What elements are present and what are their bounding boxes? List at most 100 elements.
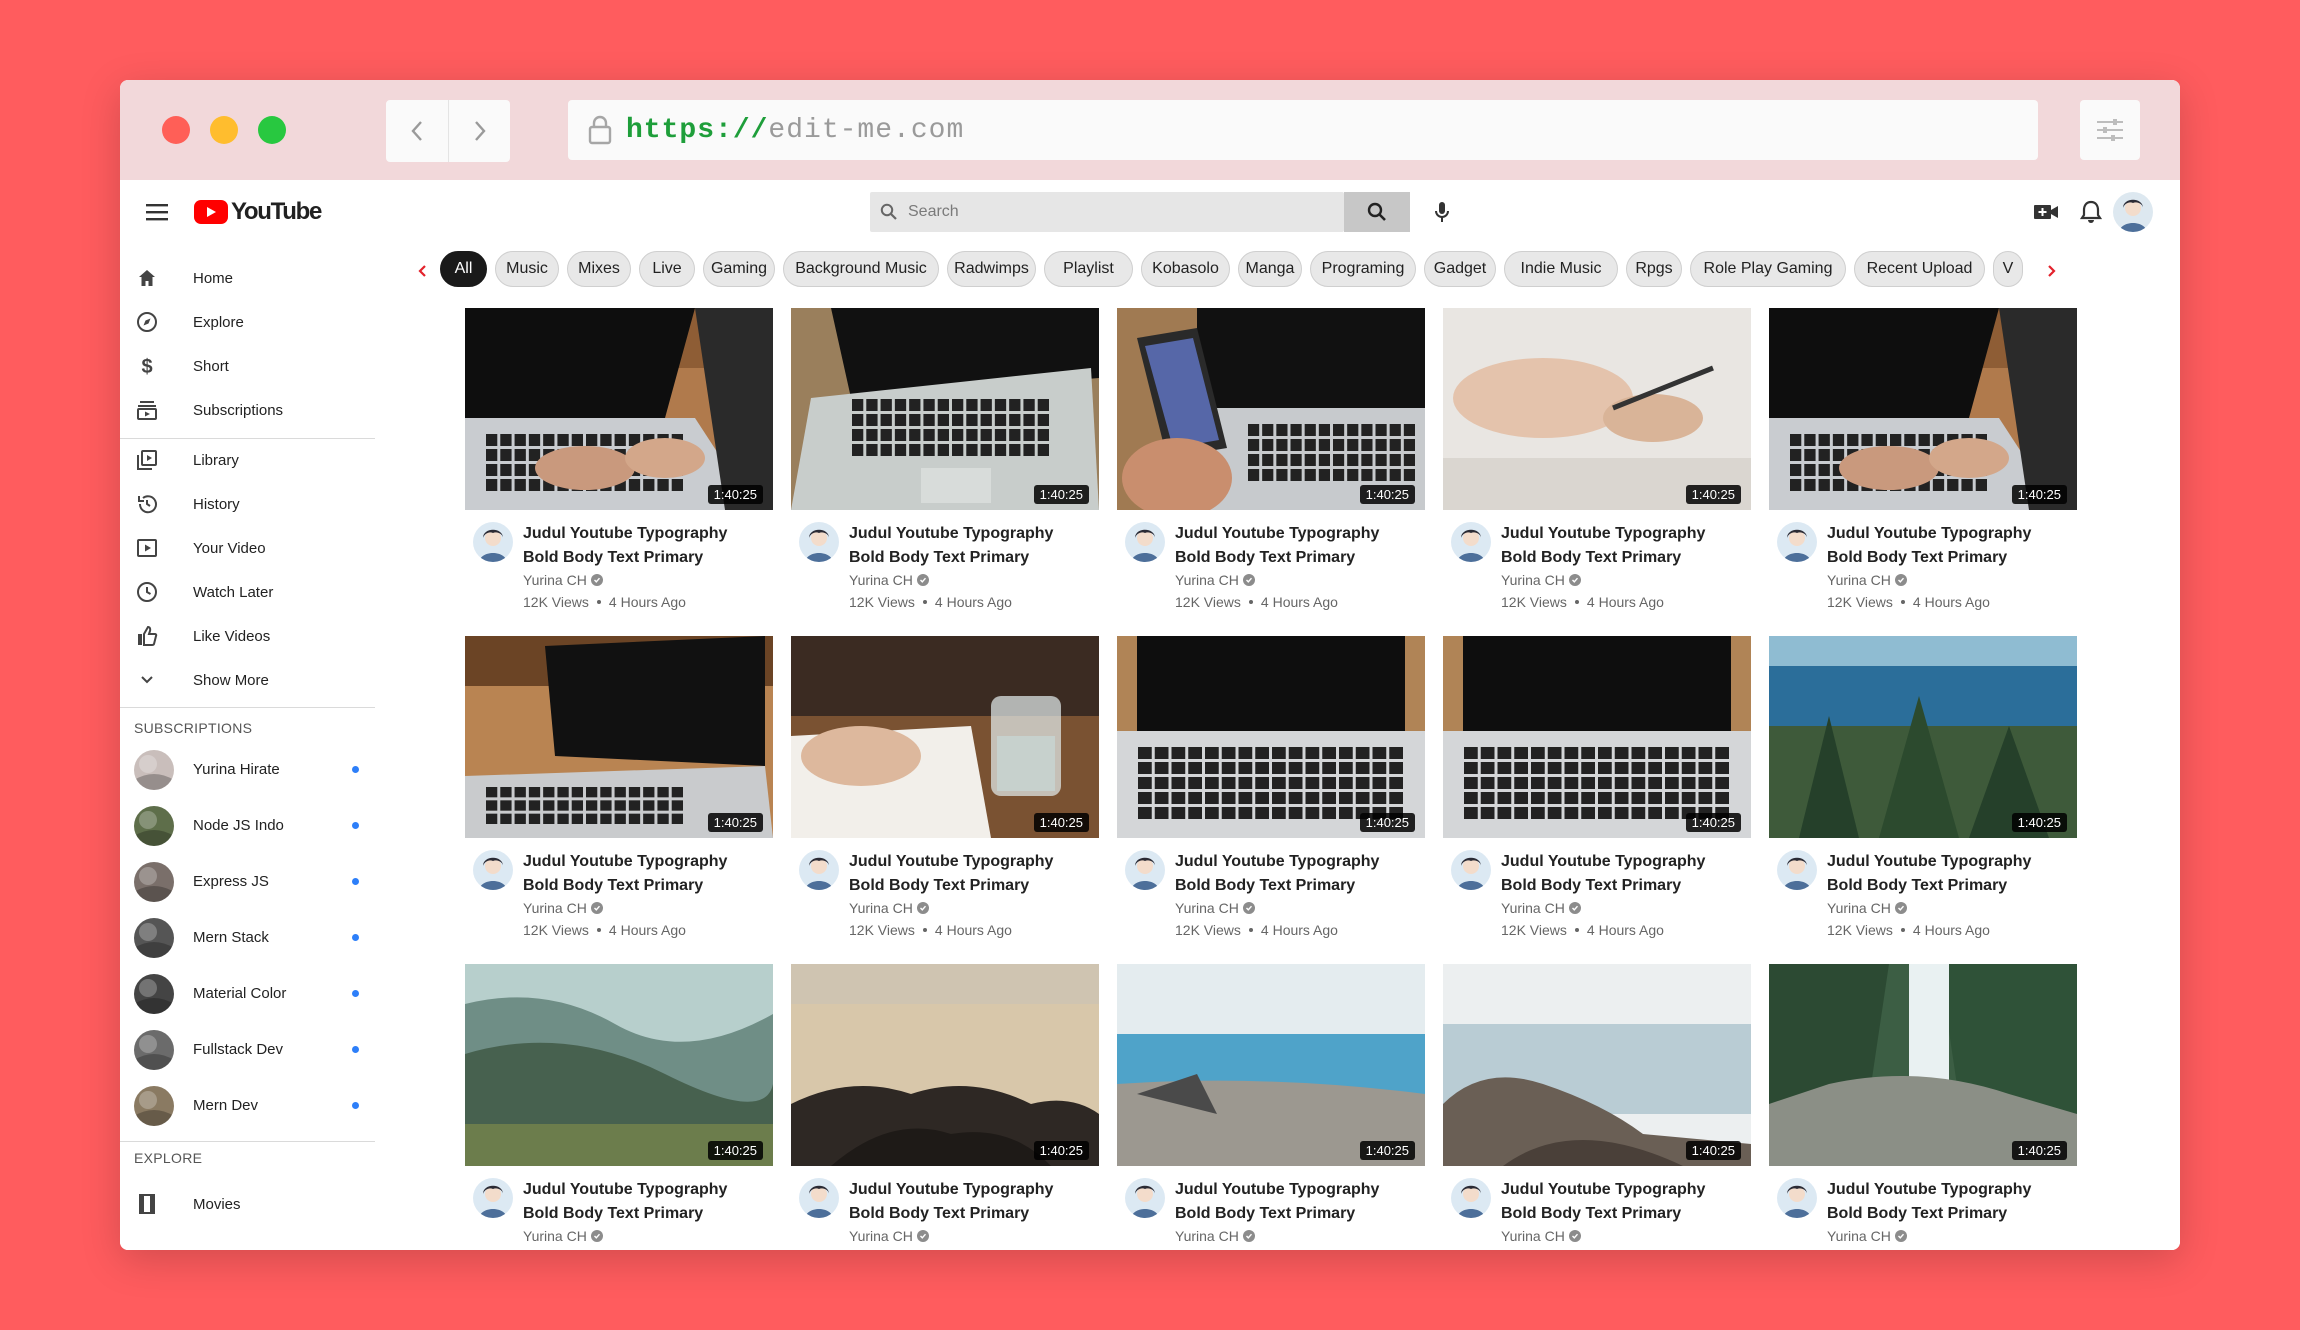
sidebar-item-history[interactable]: History (120, 484, 375, 524)
video-thumbnail[interactable]: 1:40:25 (791, 636, 1099, 838)
video-title[interactable]: Judul Youtube Typography Bold Body Text P… (1175, 1178, 1421, 1226)
subscription-item-express-js[interactable]: Express JS (120, 856, 375, 906)
sidebar-item-like-videos[interactable]: Like Videos (120, 616, 375, 656)
address-bar[interactable]: https://edit-me.com (568, 100, 2038, 160)
video-title[interactable]: Judul Youtube Typography Bold Body Text P… (1501, 1178, 1747, 1226)
minimize-window-button[interactable] (210, 116, 238, 144)
forward-button[interactable] (448, 100, 510, 162)
video-thumbnail[interactable]: 1:40:25 (1117, 636, 1425, 838)
video-card[interactable]: 1:40:25 Judul Youtube Typography Bold Body… (465, 964, 773, 1250)
channel-name[interactable]: Yurina CH (1501, 572, 1581, 588)
sidebar-item-library[interactable]: Library (120, 440, 375, 480)
chip-indie-music[interactable]: Indie Music (1504, 251, 1618, 287)
channel-name[interactable]: Yurina CH (1501, 1228, 1581, 1244)
notifications-button[interactable] (2071, 192, 2111, 232)
search-input[interactable] (908, 203, 1308, 221)
video-card[interactable]: 1:40:25 Judul Youtube Typography Bold Body… (1443, 964, 1751, 1250)
subscription-item-fullstack-dev[interactable]: Fullstack Dev (120, 1024, 375, 1074)
video-thumbnail[interactable]: 1:40:25 (465, 308, 773, 510)
channel-name[interactable]: Yurina CH (1827, 1228, 1907, 1244)
youtube-logo[interactable]: YouTube (194, 196, 322, 228)
sidebar-item-movies[interactable]: Movies (120, 1184, 375, 1224)
channel-avatar[interactable] (799, 850, 839, 890)
chip-gadget[interactable]: Gadget (1424, 251, 1496, 287)
video-thumbnail[interactable]: 1:40:25 (1769, 636, 2077, 838)
chip-radwimps[interactable]: Radwimps (947, 251, 1036, 287)
video-title[interactable]: Judul Youtube Typography Bold Body Text P… (849, 1178, 1095, 1226)
video-card[interactable]: 1:40:25 Judul Youtube Typography Bold Body… (1443, 308, 1751, 638)
video-thumbnail[interactable]: 1:40:25 (1769, 964, 2077, 1166)
channel-name[interactable]: Yurina CH (1501, 900, 1581, 916)
video-thumbnail[interactable]: 1:40:25 (465, 636, 773, 838)
video-title[interactable]: Judul Youtube Typography Bold Body Text P… (1501, 522, 1747, 570)
video-thumbnail[interactable]: 1:40:25 (791, 964, 1099, 1166)
maximize-window-button[interactable] (258, 116, 286, 144)
channel-avatar[interactable] (1451, 522, 1491, 562)
channel-avatar[interactable] (799, 522, 839, 562)
video-title[interactable]: Judul Youtube Typography Bold Body Text P… (849, 522, 1095, 570)
subscription-item-yurina-hirate[interactable]: Yurina Hirate (120, 744, 375, 794)
video-thumbnail[interactable]: 1:40:25 (1443, 636, 1751, 838)
back-button[interactable] (386, 100, 448, 162)
video-title[interactable]: Judul Youtube Typography Bold Body Text P… (523, 522, 769, 570)
video-thumbnail[interactable]: 1:40:25 (1117, 964, 1425, 1166)
video-title[interactable]: Judul Youtube Typography Bold Body Text P… (1175, 850, 1421, 898)
chip-recent-upload[interactable]: Recent Upload (1854, 251, 1985, 287)
create-video-button[interactable] (2026, 192, 2066, 232)
channel-name[interactable]: Yurina CH (1175, 1228, 1255, 1244)
video-card[interactable]: 1:40:25 Judul Youtube Typography Bold Body… (1117, 636, 1425, 966)
video-title[interactable]: Judul Youtube Typography Bold Body Text P… (1827, 522, 2073, 570)
chip-kobasolo[interactable]: Kobasolo (1141, 251, 1230, 287)
channel-avatar[interactable] (1777, 1178, 1817, 1218)
channel-name[interactable]: Yurina CH (1827, 572, 1907, 588)
video-title[interactable]: Judul Youtube Typography Bold Body Text P… (1501, 850, 1747, 898)
chips-scroll-left-button[interactable] (412, 256, 432, 286)
subscription-item-mern-dev[interactable]: Mern Dev (120, 1080, 375, 1130)
channel-avatar[interactable] (473, 522, 513, 562)
channel-avatar[interactable] (799, 1178, 839, 1218)
video-title[interactable]: Judul Youtube Typography Bold Body Text P… (849, 850, 1095, 898)
close-window-button[interactable] (162, 116, 190, 144)
channel-avatar[interactable] (1451, 1178, 1491, 1218)
video-card[interactable]: 1:40:25 Judul Youtube Typography Bold Body… (791, 964, 1099, 1250)
chip-manga[interactable]: Manga (1238, 251, 1302, 287)
video-title[interactable]: Judul Youtube Typography Bold Body Text P… (523, 1178, 769, 1226)
video-thumbnail[interactable]: 1:40:25 (1443, 308, 1751, 510)
menu-button[interactable] (142, 197, 172, 227)
video-title[interactable]: Judul Youtube Typography Bold Body Text P… (1175, 522, 1421, 570)
sidebar-item-home[interactable]: Home (120, 258, 375, 298)
channel-avatar[interactable] (1125, 1178, 1165, 1218)
sidebar-item-explore[interactable]: Explore (120, 302, 375, 342)
user-avatar[interactable] (2113, 192, 2153, 232)
video-card[interactable]: 1:40:25 Judul Youtube Typography Bold Body… (465, 636, 773, 966)
video-title[interactable]: Judul Youtube Typography Bold Body Text P… (1827, 850, 2073, 898)
chip-live[interactable]: Live (639, 251, 695, 287)
channel-name[interactable]: Yurina CH (1175, 900, 1255, 916)
channel-avatar[interactable] (1125, 850, 1165, 890)
channel-name[interactable]: Yurina CH (849, 900, 929, 916)
video-thumbnail[interactable]: 1:40:25 (1443, 964, 1751, 1166)
video-thumbnail[interactable]: 1:40:25 (1769, 308, 2077, 510)
video-card[interactable]: 1:40:25 Judul Youtube Typography Bold Body… (465, 308, 773, 638)
browser-settings-button[interactable] (2080, 100, 2140, 160)
chip-playlist[interactable]: Playlist (1044, 251, 1133, 287)
channel-name[interactable]: Yurina CH (523, 900, 603, 916)
channel-avatar[interactable] (1777, 522, 1817, 562)
voice-search-button[interactable] (1422, 192, 1462, 232)
video-title[interactable]: Judul Youtube Typography Bold Body Text P… (1827, 1178, 2073, 1226)
sidebar-item-subscriptions[interactable]: Subscriptions (120, 390, 375, 430)
video-card[interactable]: 1:40:25 Judul Youtube Typography Bold Body… (791, 636, 1099, 966)
chip-all[interactable]: All (440, 251, 487, 287)
channel-name[interactable]: Yurina CH (849, 572, 929, 588)
chips-scroll-right-button[interactable] (2042, 256, 2062, 286)
video-card[interactable]: 1:40:25 Judul Youtube Typography Bold Body… (1769, 964, 2077, 1250)
video-thumbnail[interactable]: 1:40:25 (791, 308, 1099, 510)
chip-programing[interactable]: Programing (1310, 251, 1416, 287)
sidebar-item-watch-later[interactable]: Watch Later (120, 572, 375, 612)
chip-role-play-gaming[interactable]: Role Play Gaming (1690, 251, 1846, 287)
chip-rpgs[interactable]: Rpgs (1626, 251, 1682, 287)
channel-name[interactable]: Yurina CH (1827, 900, 1907, 916)
video-thumbnail[interactable]: 1:40:25 (1117, 308, 1425, 510)
chip-v[interactable]: V (1993, 251, 2023, 287)
chip-gaming[interactable]: Gaming (703, 251, 775, 287)
